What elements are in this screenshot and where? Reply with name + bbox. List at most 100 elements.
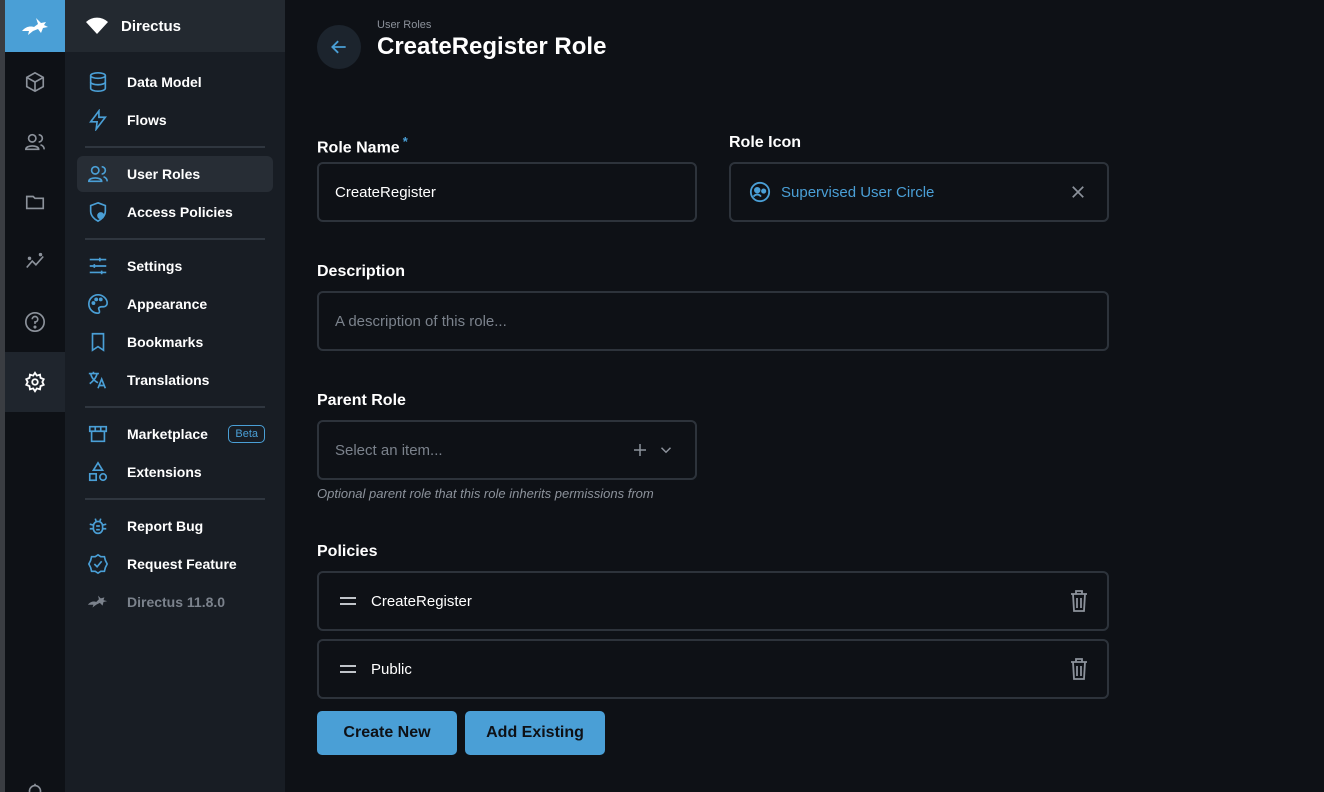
supervised-user-circle-icon xyxy=(749,181,771,203)
module-insights-button[interactable] xyxy=(5,232,65,292)
nav-item-report-bug[interactable]: Report Bug xyxy=(77,508,273,544)
folder-icon xyxy=(25,195,45,210)
description-label: Description xyxy=(317,263,406,280)
nav-item-user-roles[interactable]: User Roles xyxy=(77,156,273,192)
nav-item-appearance[interactable]: Appearance xyxy=(77,286,273,322)
parent-role-select[interactable]: Select an item... xyxy=(317,420,697,480)
parent-role-hint: Optional parent role that this role inhe… xyxy=(317,486,654,501)
page-title: CreateRegister Role xyxy=(377,33,607,60)
role-name-input[interactable]: CreateRegister xyxy=(317,162,697,222)
plus-icon[interactable] xyxy=(631,441,649,459)
nav-item-marketplace[interactable]: Marketplace Beta xyxy=(77,416,273,452)
trash-icon[interactable] xyxy=(1069,590,1089,612)
trash-icon[interactable] xyxy=(1069,658,1089,680)
bell-icon xyxy=(28,783,42,792)
sliders-icon xyxy=(89,257,107,275)
nav-divider xyxy=(85,146,265,148)
policy-name: CreateRegister xyxy=(371,592,472,610)
module-content-button[interactable] xyxy=(5,52,65,112)
bug-icon xyxy=(89,518,107,535)
module-users-button[interactable] xyxy=(5,112,65,172)
verified-icon xyxy=(87,553,109,575)
description-input[interactable]: A description of this role... xyxy=(317,291,1109,351)
gear-icon xyxy=(25,371,45,393)
policy-row[interactable]: Public xyxy=(317,639,1109,699)
nav-item-translations[interactable]: Translations xyxy=(77,362,273,398)
module-bar xyxy=(0,0,65,792)
nav-item-label: User Roles xyxy=(127,166,201,182)
role-name-label: Role Name * xyxy=(317,134,408,157)
policy-name: Public xyxy=(371,660,412,678)
main-content: User Roles CreateRegister Role Role Name… xyxy=(285,0,1324,792)
chevron-down-icon[interactable] xyxy=(657,441,675,459)
nav-divider xyxy=(85,238,265,240)
nav-item-extensions[interactable]: Extensions xyxy=(77,454,273,490)
nav-item-bookmarks[interactable]: Bookmarks xyxy=(77,324,273,360)
help-icon xyxy=(25,312,45,332)
users-icon xyxy=(25,133,45,151)
insights-icon xyxy=(26,252,44,269)
required-mark: * xyxy=(402,134,408,149)
database-icon xyxy=(89,72,107,92)
nav-item-label: Access Policies xyxy=(127,204,233,220)
directus-logo-icon xyxy=(87,595,108,608)
breadcrumb[interactable]: User Roles xyxy=(377,19,431,31)
nav-item-label: Flows xyxy=(127,112,167,128)
shield-lock-icon xyxy=(89,201,107,223)
nav-item-label: Settings xyxy=(127,258,183,274)
nav-item-label: Extensions xyxy=(127,464,202,480)
project-title: Directus xyxy=(121,17,182,35)
wifi-icon xyxy=(86,17,108,34)
role-name-value: CreateRegister xyxy=(335,183,436,201)
add-existing-button[interactable]: Add Existing xyxy=(465,711,605,755)
back-button[interactable] xyxy=(317,25,361,69)
nav-item-access-policies[interactable]: Access Policies xyxy=(77,194,273,230)
role-icon-select[interactable]: Supervised User Circle xyxy=(729,162,1109,222)
nav-item-label: Data Model xyxy=(127,74,202,90)
description-placeholder: A description of this role... xyxy=(335,312,507,330)
nav-item-label: Appearance xyxy=(127,296,208,312)
policy-row[interactable]: CreateRegister xyxy=(317,571,1109,631)
arrow-left-icon xyxy=(331,40,346,54)
navigation-sidebar: Directus Data Model Flows User Roles Acc… xyxy=(65,0,285,792)
drag-handle-icon[interactable] xyxy=(339,594,357,608)
notifications-button[interactable] xyxy=(5,762,65,792)
storefront-icon xyxy=(88,425,108,443)
policies-label: Policies xyxy=(317,543,378,560)
directus-logo-button[interactable] xyxy=(5,0,65,52)
nav-item-flows[interactable]: Flows xyxy=(77,102,273,138)
users-icon xyxy=(88,165,108,183)
shapes-icon xyxy=(88,461,108,482)
module-settings-button[interactable] xyxy=(5,352,65,412)
nav-item-request-feature[interactable]: Request Feature xyxy=(77,546,273,582)
module-help-button[interactable] xyxy=(5,292,65,352)
palette-icon xyxy=(88,294,108,314)
cube-icon xyxy=(25,71,45,93)
nav-item-label: Report Bug xyxy=(127,518,204,534)
nav-item-label: Marketplace xyxy=(127,426,208,442)
nav-item-label: Bookmarks xyxy=(127,334,204,350)
bookmark-icon xyxy=(91,332,105,352)
role-icon-label: Role Icon xyxy=(729,134,802,151)
role-name-label-text: Role Name xyxy=(317,139,400,157)
close-icon[interactable] xyxy=(1069,183,1087,201)
translate-icon xyxy=(88,371,107,389)
beta-badge: Beta xyxy=(228,425,265,443)
create-new-button[interactable]: Create New xyxy=(317,711,457,755)
directus-rabbit-icon xyxy=(22,18,48,35)
drag-handle-icon[interactable] xyxy=(339,662,357,676)
project-header[interactable]: Directus xyxy=(65,0,285,52)
nav-item-settings[interactable]: Settings xyxy=(77,248,273,284)
module-files-button[interactable] xyxy=(5,172,65,232)
nav-item-version[interactable]: Directus 11.8.0 xyxy=(77,584,273,620)
role-icon-value: Supervised User Circle xyxy=(781,183,935,201)
app-root: Directus Data Model Flows User Roles Acc… xyxy=(0,0,1324,792)
nav-item-label: Translations xyxy=(127,372,210,388)
parent-role-label: Parent Role xyxy=(317,392,406,409)
parent-role-placeholder: Select an item... xyxy=(335,441,443,459)
bolt-icon xyxy=(89,109,108,131)
nav-item-data-model[interactable]: Data Model xyxy=(77,64,273,100)
nav-item-label: Directus 11.8.0 xyxy=(127,594,226,610)
nav-item-label: Request Feature xyxy=(127,556,237,572)
nav-divider xyxy=(85,406,265,408)
